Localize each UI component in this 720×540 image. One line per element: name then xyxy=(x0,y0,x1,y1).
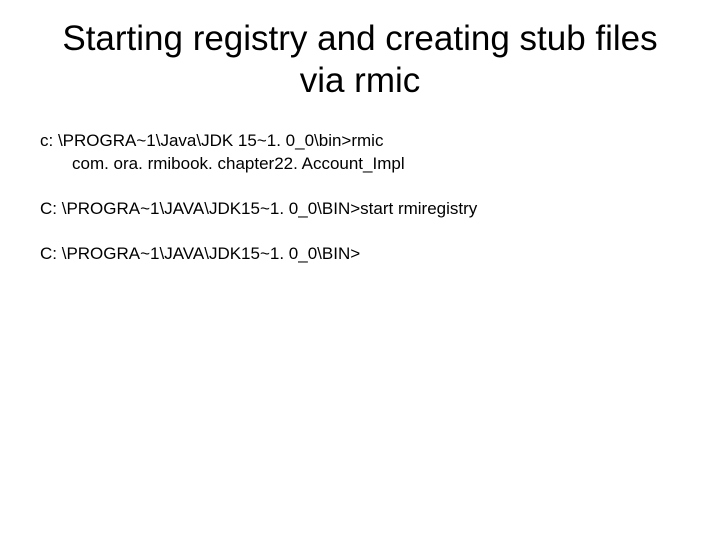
slide-container: Starting registry and creating stub file… xyxy=(0,0,720,540)
spacer xyxy=(40,221,680,243)
command-line-1: c: \PROGRA~1\Java\JDK 15~1. 0_0\bin>rmic xyxy=(40,130,680,153)
command-line-3: C: \PROGRA~1\JAVA\JDK15~1. 0_0\BIN> xyxy=(40,243,680,266)
slide-title: Starting registry and creating stub file… xyxy=(40,18,680,102)
command-line-2: C: \PROGRA~1\JAVA\JDK15~1. 0_0\BIN>start… xyxy=(40,198,680,221)
command-line-1-arg: com. ora. rmibook. chapter22. Account_Im… xyxy=(40,153,680,176)
spacer xyxy=(40,176,680,198)
slide-body: c: \PROGRA~1\Java\JDK 15~1. 0_0\bin>rmic… xyxy=(40,130,680,266)
